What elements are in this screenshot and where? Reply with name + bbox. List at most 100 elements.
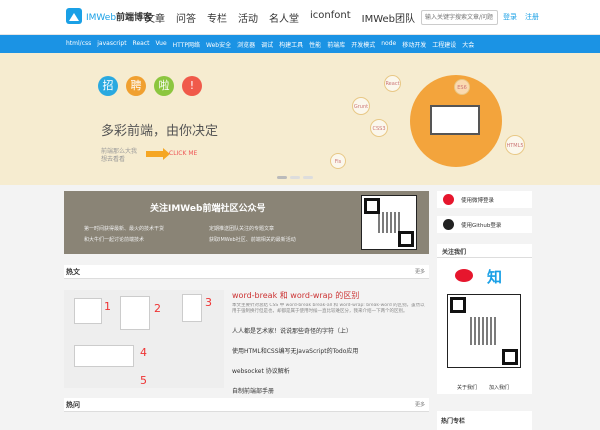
wechat-point: 定期推送团队关注的专题文章 bbox=[209, 226, 275, 232]
demo-box bbox=[120, 296, 150, 330]
wechat-title: 关注IMWeb前端社区公众号 bbox=[150, 204, 266, 214]
category-item[interactable]: 大会 bbox=[462, 40, 474, 49]
hot-article-link[interactable]: 人人都是艺术家！说说那些奇怪的字符（上） bbox=[232, 326, 428, 335]
wechat-point: 和大牛们一起讨论前端技术 bbox=[84, 237, 145, 243]
search-input[interactable] bbox=[421, 10, 498, 25]
recruit-char-1: 招 bbox=[98, 76, 118, 96]
tech-bubble-react: React bbox=[384, 75, 401, 92]
wechat-point: 第一时间获得最新、最火的技术干货 bbox=[84, 226, 165, 232]
hot-lead-title[interactable]: word-break 和 word-wrap 的区别 bbox=[232, 290, 428, 301]
category-item[interactable]: 浏览器 bbox=[237, 40, 255, 49]
github-icon bbox=[443, 219, 454, 230]
category-item[interactable]: 性能 bbox=[309, 40, 321, 49]
site-logo[interactable]: IMWeb前端博客 bbox=[66, 8, 152, 24]
logo-icon bbox=[66, 8, 82, 24]
qa-more-link[interactable]: 更多 bbox=[415, 401, 425, 408]
category-item[interactable]: html/css bbox=[66, 40, 91, 49]
nav-item-iconfont[interactable]: iconfont bbox=[310, 10, 351, 25]
nav-item-events[interactable]: 活动 bbox=[238, 10, 258, 25]
hot-lead-desc: 本文主要针对总结 CSS 中 word-break break-all 和 wo… bbox=[232, 303, 425, 314]
top-header: IMWeb前端博客 文章 问答 专栏 活动 名人堂 iconfont IMWeb… bbox=[0, 0, 600, 35]
wechat-qr-code bbox=[361, 195, 417, 250]
tech-bubble-grunt: Grunt bbox=[352, 97, 370, 115]
laptop-icon bbox=[430, 105, 480, 135]
arrow-right-icon bbox=[146, 148, 170, 160]
hot-articles-title: 热文 bbox=[66, 268, 80, 276]
demo-number: 1 bbox=[104, 300, 111, 313]
follow-links: 关于我们 加入我们 bbox=[457, 384, 509, 391]
tech-bubble-css3: CSS3 bbox=[370, 119, 388, 137]
tech-bubble-es6: ES6 bbox=[454, 79, 470, 95]
hot-columns-title: 热门专栏 bbox=[441, 418, 466, 425]
demo-number: 5 bbox=[140, 374, 147, 387]
wechat-point: 获取IMWeb社区、前端相关的最新活动 bbox=[209, 237, 296, 243]
hot-article-list: word-break 和 word-wrap 的区别 本文主要针对总结 CSS … bbox=[232, 290, 428, 395]
weibo-login-label: 使用微博登录 bbox=[461, 198, 495, 204]
category-list: html/css javascript React Vue HTTP网络 Web… bbox=[66, 40, 474, 49]
banner-subtext: 前端那么大我想去看看 bbox=[101, 148, 138, 163]
hot-columns-header: 热门专栏 bbox=[437, 411, 532, 430]
demo-number: 2 bbox=[154, 302, 161, 315]
click-me-link[interactable]: CLICK ME bbox=[169, 150, 197, 157]
recruit-banner[interactable]: 招 聘 啦 ! 多彩前端，由你决定 前端那么大我想去看看 CLICK ME Re… bbox=[0, 53, 600, 185]
github-login-button[interactable]: 使用Github登录 bbox=[437, 216, 532, 233]
banner-slogan: 多彩前端，由你决定 bbox=[101, 124, 219, 139]
demo-number: 4 bbox=[140, 346, 147, 359]
category-nav: html/css javascript React Vue HTTP网络 Web… bbox=[0, 35, 600, 53]
hot-article-link[interactable]: 使用HTML和CSS编写无JavaScript的Todo应用 bbox=[232, 346, 428, 355]
category-item[interactable]: javascript bbox=[97, 40, 126, 49]
logo-text: IMWeb前端博客 bbox=[86, 10, 152, 23]
register-link[interactable]: 注册 bbox=[525, 12, 539, 22]
category-item[interactable]: 开发模式 bbox=[351, 40, 375, 49]
demo-number: 3 bbox=[205, 296, 212, 309]
hot-more-link[interactable]: 更多 bbox=[415, 268, 425, 275]
login-link[interactable]: 登录 bbox=[503, 12, 517, 22]
divider bbox=[437, 257, 532, 258]
hot-article-link[interactable]: websocket 协议解析 bbox=[232, 366, 428, 375]
category-item[interactable]: 工程建设 bbox=[432, 40, 456, 49]
category-item[interactable]: HTTP网络 bbox=[173, 40, 200, 49]
tech-bubble-html5: HTML5 bbox=[505, 135, 525, 155]
nav-item-articles[interactable]: 文章 bbox=[145, 10, 165, 25]
hot-article-link[interactable]: 自制前端部手册 bbox=[232, 386, 428, 395]
main-nav: 文章 问答 专栏 活动 名人堂 iconfont IMWeb团队 bbox=[145, 10, 415, 25]
category-item[interactable]: React bbox=[133, 40, 150, 49]
github-login-label: 使用Github登录 bbox=[461, 223, 502, 229]
carousel-dot[interactable] bbox=[303, 176, 313, 179]
auth-links: 登录 注册 bbox=[503, 12, 539, 22]
nav-item-columns[interactable]: 专栏 bbox=[207, 10, 227, 25]
join-link[interactable]: 加入我们 bbox=[489, 384, 509, 391]
weibo-icon bbox=[443, 194, 454, 205]
hot-articles-header: 热文 更多 bbox=[64, 265, 429, 279]
carousel-dot[interactable] bbox=[290, 176, 300, 179]
recruit-char-2: 聘 bbox=[126, 76, 146, 96]
category-item[interactable]: 移动开发 bbox=[402, 40, 426, 49]
category-item[interactable]: 构建工具 bbox=[279, 40, 303, 49]
hot-questions-header: 热问 更多 bbox=[64, 398, 429, 412]
follow-us-title: 关注我们 bbox=[442, 249, 467, 256]
recruit-char-3: 啦 bbox=[154, 76, 174, 96]
category-item[interactable]: Web安全 bbox=[206, 40, 231, 49]
about-link[interactable]: 关于我们 bbox=[457, 384, 477, 391]
recruit-char-4: ! bbox=[182, 76, 202, 96]
weibo-logo-icon[interactable] bbox=[455, 269, 473, 282]
zhihu-icon[interactable]: 知 bbox=[487, 266, 502, 287]
nav-item-team[interactable]: IMWeb团队 bbox=[362, 10, 415, 25]
category-item[interactable]: 前端库 bbox=[327, 40, 345, 49]
nav-item-hall[interactable]: 名人堂 bbox=[269, 10, 299, 25]
carousel-dots bbox=[277, 176, 313, 179]
hot-questions-title: 热问 bbox=[66, 401, 80, 409]
category-item[interactable]: Vue bbox=[155, 40, 166, 49]
follow-qr-code bbox=[447, 294, 521, 368]
category-item[interactable]: 调试 bbox=[261, 40, 273, 49]
category-item[interactable]: node bbox=[381, 40, 396, 49]
weibo-login-button[interactable]: 使用微博登录 bbox=[437, 191, 532, 208]
nav-item-qa[interactable]: 问答 bbox=[176, 10, 196, 25]
demo-box bbox=[182, 294, 202, 322]
wechat-promo-card: 关注IMWeb前端社区公众号 第一时间获得最新、最火的技术干货 定期推送团队关注… bbox=[64, 191, 429, 254]
logo-prefix: IMWeb bbox=[86, 12, 117, 23]
demo-box bbox=[74, 298, 102, 324]
follow-us-card: 关注我们 知 关于我们 加入我们 bbox=[437, 244, 532, 394]
hot-article-image[interactable]: 1 2 3 4 5 bbox=[64, 290, 224, 388]
carousel-dot[interactable] bbox=[277, 176, 287, 179]
